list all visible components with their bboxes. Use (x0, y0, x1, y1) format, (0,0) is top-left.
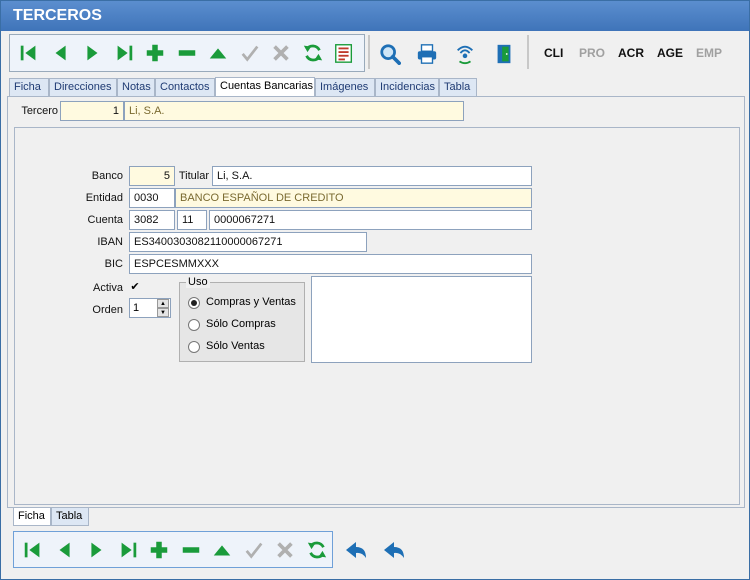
bottom-navigation-toolbar (13, 531, 333, 568)
add-icon[interactable] (146, 536, 172, 564)
delete-icon[interactable] (178, 536, 204, 564)
radio-solo-ventas[interactable] (188, 341, 200, 353)
tercero-code-field[interactable]: 1 (60, 101, 124, 121)
module-acr[interactable]: ACR (618, 46, 644, 60)
notes-memo[interactable] (311, 276, 532, 363)
print-icon[interactable] (412, 38, 442, 70)
tab-contactos[interactable]: Contactos (155, 78, 215, 96)
tab-ficha[interactable]: Ficha (9, 78, 49, 96)
last-icon[interactable] (115, 536, 141, 564)
wireless-icon[interactable] (450, 38, 480, 70)
entidad-code-field[interactable]: 0030 (129, 188, 175, 208)
iban-label: IBAN (97, 236, 123, 248)
bank-account-form: Banco 5 Titular Li, S.A. Entidad 0030 BA… (14, 127, 740, 505)
radio-solo-ventas-label: Sólo Ventas (206, 340, 265, 352)
cuenta-label: Cuenta (87, 214, 123, 226)
tab-cuentas-bancarias[interactable]: Cuentas Bancarias (215, 77, 315, 96)
spinner-up-icon[interactable]: ▲ (157, 299, 169, 308)
tab-tabla[interactable]: Tabla (439, 78, 477, 96)
add-icon[interactable] (142, 39, 168, 67)
title-bar: TERCEROS (1, 1, 749, 31)
tercero-label: Tercero (21, 105, 58, 117)
cuenta-dc-field[interactable]: 11 (177, 210, 207, 230)
bic-label: BIC (104, 258, 123, 270)
tab-incidencias[interactable]: Incidencias (375, 78, 439, 96)
module-age[interactable]: AGE (657, 46, 683, 60)
activa-label: Activa (93, 282, 123, 294)
undo-icon[interactable] (379, 535, 409, 565)
orden-label: Orden (92, 304, 123, 316)
next-icon[interactable] (79, 39, 105, 67)
uso-legend: Uso (186, 276, 210, 288)
refresh-icon[interactable] (304, 536, 330, 564)
banco-label: Banco (91, 170, 123, 182)
cancel-icon (272, 536, 298, 564)
bottom-tab-tabla[interactable]: Tabla (51, 508, 89, 526)
module-emp: EMP (696, 46, 723, 60)
entidad-label: Entidad (85, 192, 123, 204)
tab-direcciones[interactable]: Direcciones (49, 78, 117, 96)
prev-icon[interactable] (48, 39, 74, 67)
window-title: TERCEROS (13, 7, 102, 24)
radio-solo-compras[interactable] (188, 319, 200, 331)
cancel-icon (268, 39, 294, 67)
tab-imagenes[interactable]: Imágenes (315, 78, 375, 96)
toolbar-separator (368, 35, 370, 69)
next-icon[interactable] (83, 536, 109, 564)
orden-spinner[interactable]: 1 ▲ ▼ (129, 298, 171, 318)
module-cli[interactable]: CLI (544, 46, 563, 60)
search-icon[interactable] (375, 38, 405, 70)
uso-group: Uso Compras y Ventas Sólo Compras Sólo V… (179, 276, 305, 362)
spinner-down-icon[interactable]: ▼ (157, 308, 169, 317)
tercero-name-field: Li, S.A. (124, 101, 464, 121)
titular-field[interactable]: Li, S.A. (212, 166, 532, 186)
prev-icon[interactable] (52, 536, 78, 564)
module-pro: PRO (579, 46, 606, 60)
banco-field[interactable]: 5 (129, 166, 175, 186)
first-icon[interactable] (20, 536, 46, 564)
tab-notas[interactable]: Notas (117, 78, 155, 96)
report-icon[interactable] (331, 39, 357, 67)
orden-value: 1 (133, 302, 140, 314)
edit-icon[interactable] (209, 536, 235, 564)
bic-field[interactable]: ESPCESMMXXX (129, 254, 532, 274)
confirm-icon (241, 536, 267, 564)
entidad-name-field: BANCO ESPAÑOL DE CREDITO (175, 188, 532, 208)
delete-icon[interactable] (174, 39, 200, 67)
exit-door-icon[interactable] (489, 38, 519, 70)
refresh-icon[interactable] (300, 39, 326, 67)
iban-field[interactable]: ES3400303082110000067271 (129, 232, 367, 252)
activa-checkbox[interactable]: ✔ (129, 282, 141, 294)
cuenta-number-field[interactable]: 0000067271 (209, 210, 532, 230)
bottom-tab-ficha[interactable]: Ficha (13, 508, 51, 526)
first-icon[interactable] (16, 39, 42, 67)
radio-solo-compras-label: Sólo Compras (206, 318, 276, 330)
titular-label: Titular (178, 170, 209, 182)
radio-compras-ventas-label: Compras y Ventas (206, 296, 296, 308)
cuenta-office-field[interactable]: 3082 (129, 210, 175, 230)
main-window: TERCEROS CLI PRO ACR AGE EMP Ficha Direc… (0, 0, 750, 580)
tab-panel: Tercero 1 Li, S.A. Banco 5 Titular Li, S… (7, 96, 745, 508)
edit-icon[interactable] (205, 39, 231, 67)
last-icon[interactable] (111, 39, 137, 67)
radio-compras-ventas[interactable] (188, 297, 200, 309)
back-icon[interactable] (341, 535, 371, 565)
toolbar-separator (527, 35, 529, 69)
navigation-toolbar (9, 34, 365, 72)
confirm-icon (237, 39, 263, 67)
